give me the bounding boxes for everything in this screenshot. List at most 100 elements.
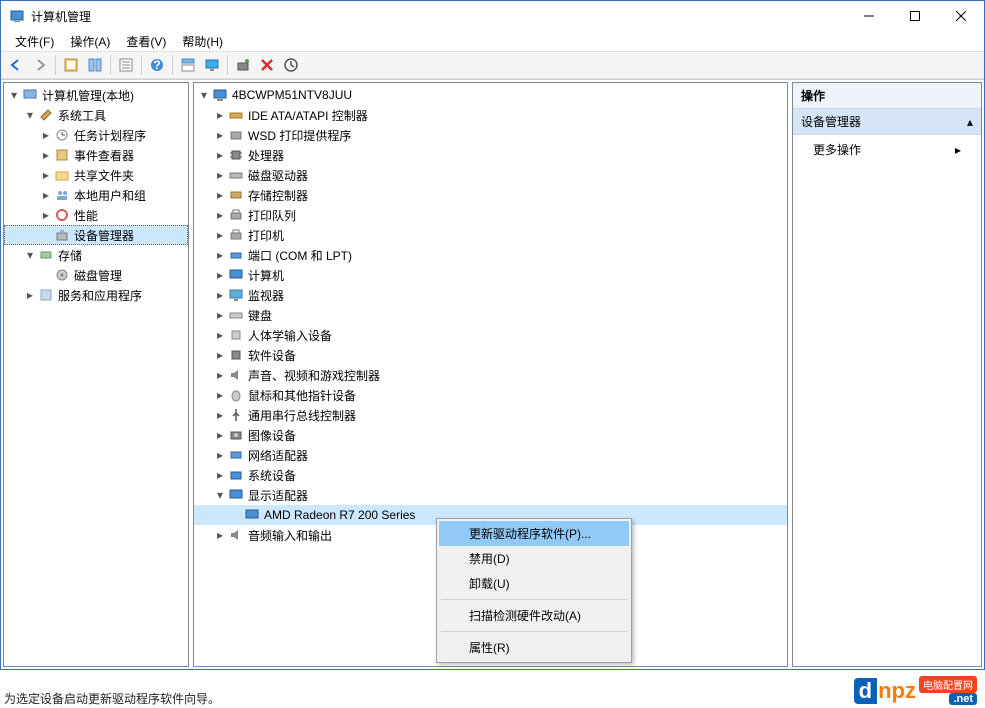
chevron-right-icon[interactable]: ▸ bbox=[212, 287, 228, 303]
category-processors[interactable]: ▸处理器 bbox=[194, 145, 787, 165]
category-storage-controllers[interactable]: ▸存储控制器 bbox=[194, 185, 787, 205]
svg-text:?: ? bbox=[153, 58, 160, 72]
properties-button[interactable] bbox=[115, 54, 137, 76]
category-computer[interactable]: ▸计算机 bbox=[194, 265, 787, 285]
chevron-right-icon[interactable]: ▸ bbox=[212, 187, 228, 203]
cm-scan-hardware[interactable]: 扫描检测硬件改动(A) bbox=[439, 603, 629, 628]
tree-disk-management[interactable]: ▸ 磁盘管理 bbox=[4, 265, 188, 285]
help-button[interactable]: ? bbox=[146, 54, 168, 76]
chevron-right-icon[interactable]: ▸ bbox=[212, 267, 228, 283]
update-driver-button[interactable] bbox=[280, 54, 302, 76]
chevron-down-icon[interactable]: ▾ bbox=[22, 247, 38, 263]
tree-task-scheduler[interactable]: ▸ 任务计划程序 bbox=[4, 125, 188, 145]
back-button[interactable] bbox=[5, 54, 27, 76]
maximize-button[interactable] bbox=[892, 1, 938, 31]
category-ide[interactable]: ▸IDE ATA/ATAPI 控制器 bbox=[194, 105, 787, 125]
cm-disable[interactable]: 禁用(D) bbox=[439, 546, 629, 571]
category-system-devices[interactable]: ▸系统设备 bbox=[194, 465, 787, 485]
chevron-right-icon[interactable]: ▸ bbox=[212, 127, 228, 143]
scan-hardware-button[interactable] bbox=[232, 54, 254, 76]
chevron-down-icon[interactable]: ▾ bbox=[196, 87, 212, 103]
chevron-down-icon[interactable]: ▾ bbox=[6, 87, 22, 103]
category-network[interactable]: ▸网络适配器 bbox=[194, 445, 787, 465]
camera-icon bbox=[228, 427, 244, 443]
actions-section[interactable]: 设备管理器 ▴ bbox=[793, 109, 981, 135]
tree-event-viewer[interactable]: ▸ 事件查看器 bbox=[4, 145, 188, 165]
category-monitors[interactable]: ▸监视器 bbox=[194, 285, 787, 305]
services-icon bbox=[38, 287, 54, 303]
console-tree-pane[interactable]: ▾ 计算机管理(本地) ▾ 系统工具 ▸ 任务计划程序 ▸ 事件 bbox=[3, 82, 189, 667]
cm-update-driver[interactable]: 更新驱动程序软件(P)... bbox=[439, 521, 629, 546]
category-print-queues[interactable]: ▸打印队列 bbox=[194, 205, 787, 225]
watermark: dnpz 电脑配置网 .net bbox=[854, 678, 977, 704]
category-ports[interactable]: ▸端口 (COM 和 LPT) bbox=[194, 245, 787, 265]
chevron-right-icon[interactable]: ▸ bbox=[212, 207, 228, 223]
tree-device-manager[interactable]: ▸ 设备管理器 bbox=[4, 225, 188, 245]
monitor-button[interactable] bbox=[201, 54, 223, 76]
action-bar-button[interactable] bbox=[177, 54, 199, 76]
forward-button[interactable] bbox=[29, 54, 51, 76]
category-usb[interactable]: ▸通用串行总线控制器 bbox=[194, 405, 787, 425]
category-disk-drives[interactable]: ▸磁盘驱动器 bbox=[194, 165, 787, 185]
menu-help[interactable]: 帮助(H) bbox=[174, 31, 231, 52]
category-display-adapters[interactable]: ▾显示适配器 bbox=[194, 485, 787, 505]
chevron-right-icon[interactable]: ▸ bbox=[212, 227, 228, 243]
storage-icon bbox=[38, 247, 54, 263]
chevron-right-icon[interactable]: ▸ bbox=[38, 187, 54, 203]
actions-header: 操作 bbox=[793, 83, 981, 109]
chevron-right-icon[interactable]: ▸ bbox=[212, 107, 228, 123]
chevron-right-icon[interactable]: ▸ bbox=[212, 427, 228, 443]
chevron-right-icon[interactable]: ▸ bbox=[212, 407, 228, 423]
tree-storage[interactable]: ▾ 存储 bbox=[4, 245, 188, 265]
chevron-right-icon[interactable]: ▸ bbox=[212, 327, 228, 343]
close-button[interactable] bbox=[938, 1, 984, 31]
chevron-right-icon[interactable]: ▸ bbox=[212, 307, 228, 323]
software-device-icon bbox=[228, 347, 244, 363]
chevron-right-icon[interactable]: ▸ bbox=[38, 127, 54, 143]
chevron-right-icon[interactable]: ▸ bbox=[212, 367, 228, 383]
chevron-right-icon[interactable]: ▸ bbox=[38, 207, 54, 223]
category-imaging[interactable]: ▸图像设备 bbox=[194, 425, 787, 445]
category-printers[interactable]: ▸打印机 bbox=[194, 225, 787, 245]
chevron-right-icon[interactable]: ▸ bbox=[212, 247, 228, 263]
category-software-devices[interactable]: ▸软件设备 bbox=[194, 345, 787, 365]
users-icon bbox=[54, 187, 70, 203]
cpu-icon bbox=[228, 147, 244, 163]
chevron-down-icon[interactable]: ▾ bbox=[22, 107, 38, 123]
category-keyboards[interactable]: ▸键盘 bbox=[194, 305, 787, 325]
chevron-right-icon[interactable]: ▸ bbox=[212, 527, 228, 543]
menu-action[interactable]: 操作(A) bbox=[62, 31, 118, 52]
chevron-right-icon[interactable]: ▸ bbox=[212, 147, 228, 163]
chevron-right-icon[interactable]: ▸ bbox=[212, 387, 228, 403]
chevron-right-icon[interactable]: ▸ bbox=[212, 167, 228, 183]
device-root[interactable]: ▾4BCWPM51NTV8JUU bbox=[194, 85, 787, 105]
chevron-right-icon[interactable]: ▸ bbox=[212, 447, 228, 463]
action-more[interactable]: 更多操作 ▸ bbox=[793, 135, 981, 164]
collapse-icon[interactable]: ▴ bbox=[967, 115, 973, 129]
chevron-down-icon[interactable]: ▾ bbox=[212, 487, 228, 503]
uninstall-button[interactable] bbox=[256, 54, 278, 76]
tree-system-tools[interactable]: ▾ 系统工具 bbox=[4, 105, 188, 125]
menu-file[interactable]: 文件(F) bbox=[7, 31, 62, 52]
category-hid[interactable]: ▸人体学输入设备 bbox=[194, 325, 787, 345]
cm-uninstall[interactable]: 卸载(U) bbox=[439, 571, 629, 596]
chevron-right-icon[interactable]: ▸ bbox=[212, 347, 228, 363]
tree-root[interactable]: ▾ 计算机管理(本地) bbox=[4, 85, 188, 105]
tree-services-apps[interactable]: ▸ 服务和应用程序 bbox=[4, 285, 188, 305]
chevron-right-icon[interactable]: ▸ bbox=[212, 467, 228, 483]
chevron-right-icon[interactable]: ▸ bbox=[38, 147, 54, 163]
chevron-right-icon[interactable]: ▸ bbox=[22, 287, 38, 303]
minimize-button[interactable] bbox=[846, 1, 892, 31]
category-mice[interactable]: ▸鼠标和其他指针设备 bbox=[194, 385, 787, 405]
category-sound[interactable]: ▸声音、视频和游戏控制器 bbox=[194, 365, 787, 385]
category-wsd[interactable]: ▸WSD 打印提供程序 bbox=[194, 125, 787, 145]
tree-performance[interactable]: ▸ 性能 bbox=[4, 205, 188, 225]
tree-local-users[interactable]: ▸ 本地用户和组 bbox=[4, 185, 188, 205]
chevron-right-icon[interactable]: ▸ bbox=[38, 167, 54, 183]
menu-view[interactable]: 查看(V) bbox=[118, 31, 174, 52]
window-title: 计算机管理 bbox=[31, 8, 846, 25]
cm-properties[interactable]: 属性(R) bbox=[439, 635, 629, 660]
properties-panel-button[interactable] bbox=[84, 54, 106, 76]
show-hide-tree-button[interactable] bbox=[60, 54, 82, 76]
tree-shared-folders[interactable]: ▸ 共享文件夹 bbox=[4, 165, 188, 185]
